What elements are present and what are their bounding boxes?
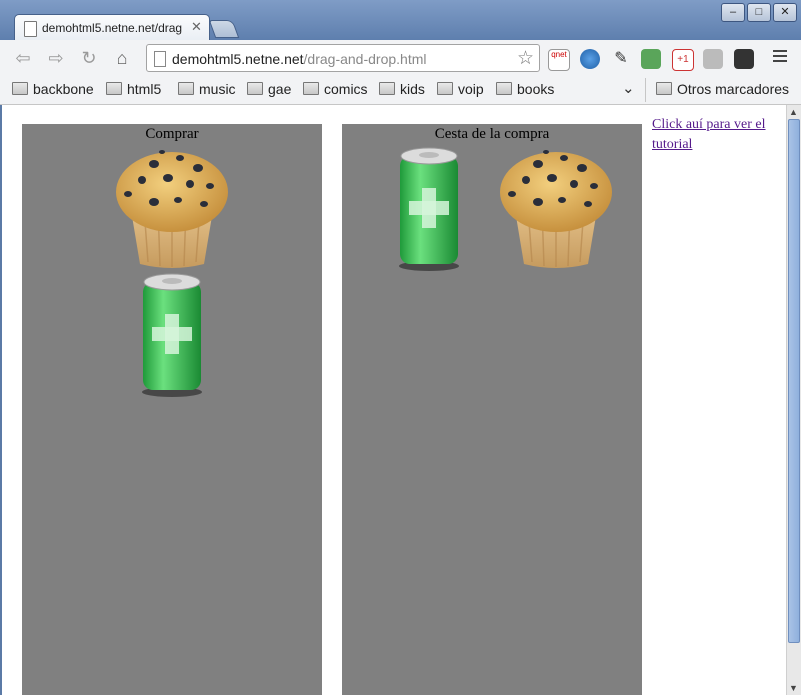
minimize-button[interactable]: – [721, 3, 745, 22]
reload-icon[interactable]: ↻ [78, 47, 100, 69]
bookmark-label: voip [458, 81, 484, 97]
bookmark-folder[interactable]: voip [437, 81, 484, 97]
bookmark-label: Otros marcadores [677, 81, 790, 97]
bookmark-folder[interactable]: backbone [12, 81, 94, 97]
home-icon[interactable]: ⌂ [111, 47, 133, 69]
eyedropper-extension-icon[interactable]: ✎ [611, 49, 631, 69]
url-host: demohtml5.netne.net [172, 51, 304, 67]
bookmark-folder[interactable]: books [496, 81, 554, 97]
browser-tab[interactable]: demohtml5.netne.net/drag ✕ [14, 14, 210, 41]
new-tab-button[interactable] [208, 20, 240, 38]
grey-extension-icon[interactable] [703, 49, 723, 69]
tutorial-link[interactable]: Click auí para ver el tutorial [652, 115, 782, 155]
qnet-extension-icon[interactable]: qnet [548, 49, 570, 71]
page-icon [24, 21, 37, 37]
muffin-icon[interactable] [114, 146, 230, 270]
bookmark-label: kids [400, 81, 425, 97]
folder-icon [303, 82, 319, 95]
vertical-scrollbar[interactable]: ▲ ▼ [786, 105, 801, 695]
bookmarks-bar: backbone html5 music gae comics kids voi… [0, 76, 801, 105]
folder-icon [437, 82, 453, 95]
address-bar[interactable]: demohtml5.netne.net/drag-and-drop.html ☆ [146, 44, 540, 72]
forward-arrow-icon[interactable]: ⇨ [45, 47, 67, 69]
page-icon [154, 51, 166, 67]
back-arrow-icon[interactable]: ⇦ [12, 47, 34, 69]
url-path: /drag-and-drop.html [303, 51, 427, 67]
bookmark-label: music [199, 81, 236, 97]
green-extension-icon[interactable] [641, 49, 661, 69]
shop-panel-title: Comprar [145, 126, 199, 142]
globe-extension-icon[interactable] [580, 49, 600, 69]
menu-icon[interactable] [773, 50, 787, 65]
page-viewport: Comprar Cesta de la compra Click auí par… [2, 105, 786, 695]
gplus-extension-icon[interactable]: +1 [672, 49, 694, 71]
scroll-down-icon[interactable]: ▼ [789, 683, 798, 693]
bookmark-label: comics [324, 81, 368, 97]
bookmark-label: books [517, 81, 555, 97]
chevron-down-icon[interactable]: ⌄ [622, 79, 635, 97]
evernote-extension-icon[interactable] [734, 49, 754, 69]
other-bookmarks-folder[interactable]: Otros marcadores [656, 81, 789, 97]
folder-icon [379, 82, 395, 95]
maximize-button[interactable]: □ [747, 3, 771, 22]
bookmark-label: backbone [33, 81, 94, 97]
scroll-up-icon[interactable]: ▲ [789, 107, 798, 117]
folder-icon [496, 82, 512, 95]
bookmark-label: html5 [127, 81, 162, 97]
url-text: demohtml5.netne.net/drag-and-drop.html [172, 51, 426, 67]
folder-icon [656, 82, 672, 95]
muffin-icon[interactable] [498, 146, 614, 270]
divider [645, 78, 646, 102]
folder-icon [12, 82, 28, 95]
folder-icon [178, 82, 194, 95]
bookmark-folder[interactable]: kids [379, 81, 425, 97]
folder-icon [247, 82, 263, 95]
scrollbar-thumb[interactable] [788, 119, 800, 643]
cart-panel[interactable]: Cesta de la compra [342, 124, 642, 695]
bookmark-folder[interactable]: gae [247, 81, 291, 97]
bookmark-star-icon[interactable]: ☆ [517, 47, 534, 70]
bookmark-folder[interactable]: html5 [106, 81, 161, 97]
title-bar: demohtml5.netne.net/drag ✕ – □ ✕ [0, 0, 801, 41]
navigation-toolbar: ⇦ ⇨ ↻ ⌂ demohtml5.netne.net/drag-and-dro… [0, 40, 801, 76]
tab-title: demohtml5.netne.net/drag [42, 21, 183, 35]
green-can-icon[interactable] [140, 272, 204, 398]
folder-icon [106, 82, 122, 95]
bookmark-folder[interactable]: comics [303, 81, 368, 97]
shop-panel[interactable]: Comprar [22, 124, 322, 695]
bookmark-label: gae [268, 81, 292, 97]
close-window-button[interactable]: ✕ [773, 3, 797, 22]
green-can-icon[interactable] [397, 146, 461, 272]
bookmark-folder[interactable]: music [178, 81, 236, 97]
cart-panel-title: Cesta de la compra [434, 126, 550, 142]
close-tab-icon[interactable]: ✕ [191, 19, 202, 35]
